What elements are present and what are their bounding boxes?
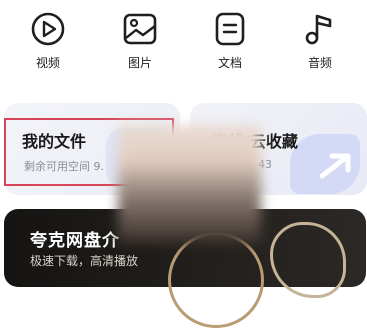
banner-decoration: [168, 232, 264, 328]
arrow-icon: [319, 153, 351, 179]
document-icon: [215, 12, 245, 46]
category-bar: 视频 图片 文档 音频: [0, 0, 367, 90]
category-label: 图片: [127, 56, 152, 70]
banner-title: 夸克网盘介: [30, 231, 120, 251]
category-document[interactable]: 文档: [200, 10, 260, 76]
category-label: 视频: [35, 56, 60, 70]
category-video[interactable]: 视频: [18, 10, 78, 76]
category-label: 文档: [217, 56, 242, 70]
category-audio[interactable]: 音频: [290, 10, 350, 76]
category-image[interactable]: 图片: [110, 10, 170, 76]
music-icon: [305, 14, 332, 45]
banner-subtitle: 极速下载，高清播放: [30, 254, 139, 268]
category-label: 音频: [307, 56, 332, 70]
blurred-overlay: [118, 125, 261, 243]
video-icon: [31, 12, 65, 46]
image-icon: [123, 13, 157, 45]
